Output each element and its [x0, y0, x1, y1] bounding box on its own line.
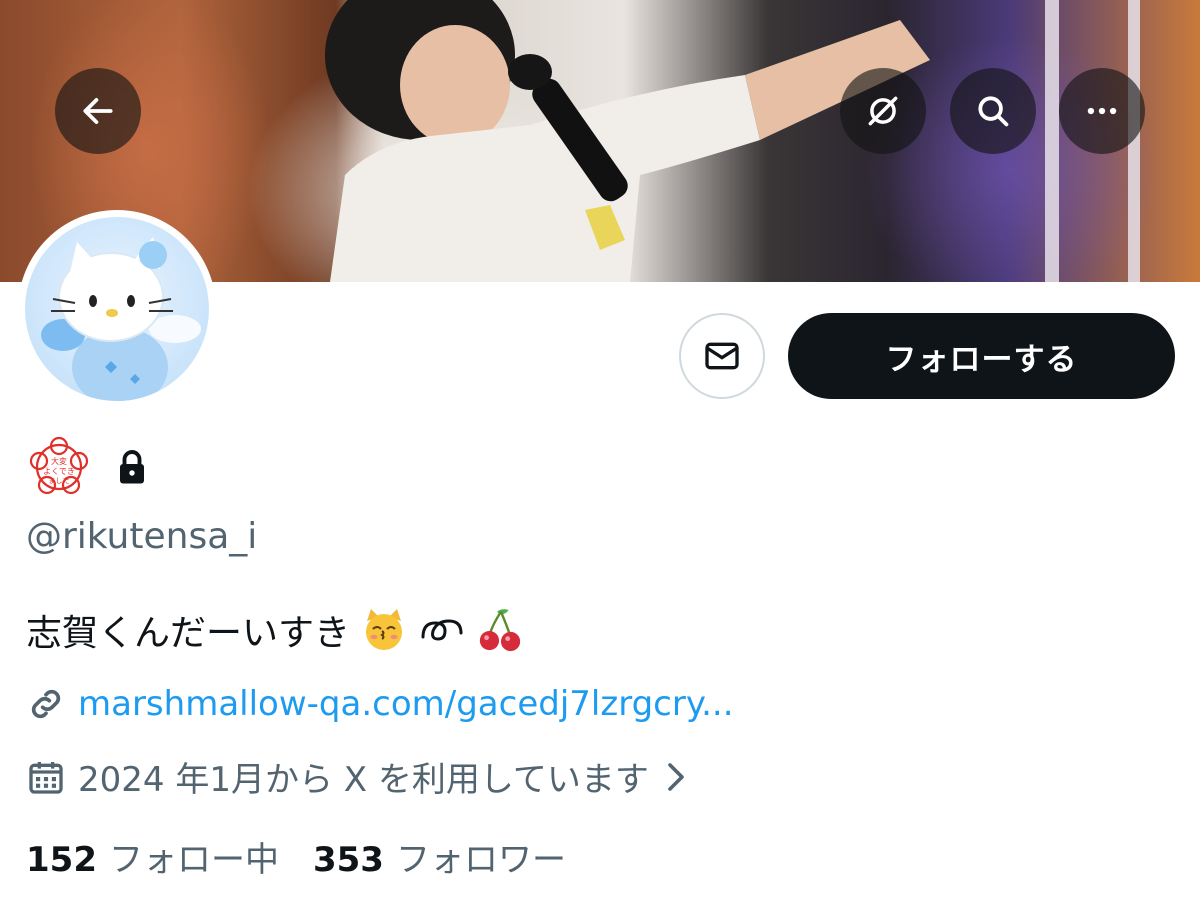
svg-text:大変: 大変: [51, 456, 67, 466]
grok-icon: [868, 96, 898, 126]
profile-link[interactable]: marshmallow-qa.com/gacedj7lzrgcry...: [78, 684, 734, 724]
joined-date-row[interactable]: 2024 年1月から X を利用しています: [26, 752, 691, 801]
profile-bio: 志賀くんだーいすき: [26, 604, 524, 656]
following-label[interactable]: フォロー中: [109, 832, 279, 881]
search-icon: [978, 96, 1009, 127]
stamp-icon: 大変 よくでき ました: [29, 436, 89, 495]
message-button[interactable]: [679, 313, 765, 399]
search-button[interactable]: [950, 68, 1036, 154]
profile-avatar[interactable]: [18, 210, 216, 408]
following-count[interactable]: 152: [26, 840, 97, 880]
loop-emoji: [418, 606, 466, 654]
svg-text:ました: ました: [49, 477, 70, 485]
display-name-row: 大変 よくでき ました: [26, 432, 150, 502]
svg-text:よくでき: よくでき: [43, 467, 75, 476]
more-button[interactable]: [1059, 68, 1145, 154]
avatar-image: [25, 217, 209, 401]
follow-stats: 152 フォロー中 353 フォロワー: [26, 832, 600, 881]
arrow-left-icon: [83, 98, 113, 124]
back-button[interactable]: [55, 68, 141, 154]
more-horizontal-icon: [1087, 107, 1117, 115]
link-icon: [31, 689, 61, 719]
kissing-cat-emoji: [360, 606, 408, 654]
grok-button[interactable]: [840, 68, 926, 154]
cherries-emoji: [476, 606, 524, 654]
bio-text: 志賀くんだーいすき: [26, 613, 351, 654]
calendar-icon: [29, 761, 63, 794]
followers-count[interactable]: 353: [313, 840, 384, 880]
follow-button[interactable]: フォローする: [788, 313, 1175, 399]
envelope-icon: [705, 342, 739, 370]
lock-icon: [120, 450, 144, 484]
profile-link-row: marshmallow-qa.com/gacedj7lzrgcry...: [26, 684, 734, 724]
chevron-right-icon: [668, 762, 684, 791]
joined-date: 2024 年1月から X を利用しています: [78, 760, 649, 800]
followers-label[interactable]: フォロワー: [396, 832, 566, 881]
user-handle: @rikutensa_i: [26, 516, 258, 557]
